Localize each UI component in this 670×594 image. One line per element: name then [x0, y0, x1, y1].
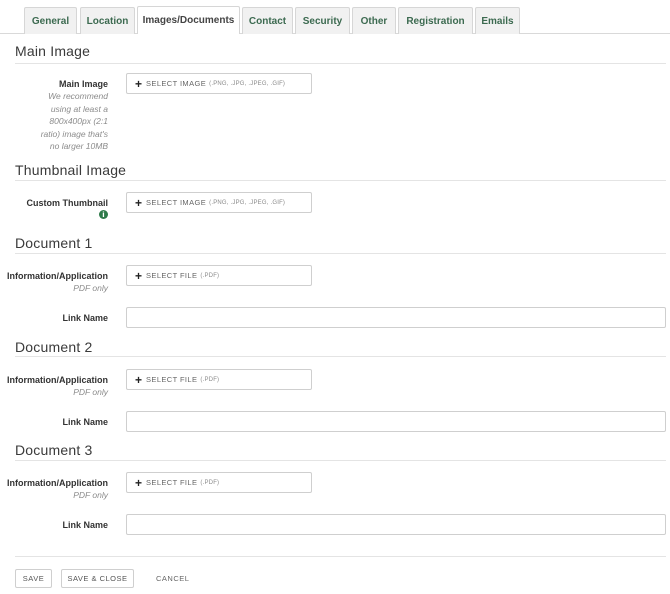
document-3-link-label: Link Name: [62, 520, 108, 530]
document-2-file-hint: PDF only: [73, 387, 108, 397]
document-1-file-label: Information/Application: [7, 271, 108, 281]
main-image-hint-line: ratio) image that's: [40, 128, 108, 139]
footer-divider: [15, 556, 666, 557]
document-2-file-label: Information/Application: [7, 375, 108, 385]
main-image-hint-line: We recommend: [48, 91, 108, 101]
select-document-2-button[interactable]: + SELECT FILE (.PDF): [126, 369, 312, 390]
document-3-file-hint: PDF only: [73, 490, 108, 500]
document-1-link-name-input[interactable]: [126, 307, 666, 328]
tab-general[interactable]: General: [24, 7, 77, 34]
tab-other[interactable]: Other: [352, 7, 396, 34]
section-title-document-2: Document 2: [15, 339, 93, 355]
plus-icon: +: [135, 195, 143, 210]
section-divider: [15, 63, 666, 64]
document-3-file-label: Information/Application: [7, 478, 108, 488]
tab-registration[interactable]: Registration: [398, 7, 473, 34]
image-extensions: (.PNG, .JPG, .JPEG, .GIF): [209, 80, 286, 87]
select-image-text: SELECT IMAGE: [146, 198, 207, 207]
select-image-text: SELECT IMAGE: [146, 79, 207, 88]
section-title-thumbnail: Thumbnail Image: [15, 162, 127, 178]
main-image-hint-line: using at least a: [50, 103, 108, 114]
section-divider: [15, 180, 666, 181]
tab-images-documents[interactable]: Images/Documents: [137, 6, 240, 34]
tab-location[interactable]: Location: [80, 7, 135, 34]
select-document-1-button[interactable]: + SELECT FILE (.PDF): [126, 265, 312, 286]
image-extensions: (.PNG, .JPG, .JPEG, .GIF): [209, 199, 286, 206]
document-2-link-label: Link Name: [62, 417, 108, 427]
info-icon[interactable]: i: [99, 210, 108, 219]
cancel-button[interactable]: CANCEL: [156, 574, 189, 583]
select-document-3-button[interactable]: + SELECT FILE (.PDF): [126, 472, 312, 493]
file-extensions: (.PDF): [200, 272, 220, 279]
document-3-link-name-input[interactable]: [126, 514, 666, 535]
tab-emails[interactable]: Emails: [475, 7, 520, 34]
tab-security[interactable]: Security: [295, 7, 350, 34]
section-divider: [15, 253, 666, 254]
file-extensions: (.PDF): [200, 376, 220, 383]
tab-bar: General Location Images/Documents Contac…: [0, 0, 670, 35]
select-file-text: SELECT FILE: [146, 271, 198, 280]
save-button[interactable]: SAVE: [15, 569, 52, 588]
document-2-link-name-input[interactable]: [126, 411, 666, 432]
main-image-label: Main Image: [58, 79, 108, 89]
main-image-hint-line: no larger 10MB: [49, 141, 108, 151]
section-divider: [15, 460, 666, 461]
section-title-main-image: Main Image: [15, 43, 91, 59]
custom-thumbnail-label: Custom Thumbnail: [26, 198, 109, 208]
main-image-hint: We recommend using at least a 800x400px …: [41, 90, 108, 153]
select-file-text: SELECT FILE: [146, 375, 198, 384]
plus-icon: +: [135, 268, 143, 283]
select-file-text: SELECT FILE: [146, 478, 198, 487]
plus-icon: +: [135, 475, 143, 490]
document-1-link-label: Link Name: [62, 313, 108, 323]
file-extensions: (.PDF): [200, 479, 220, 486]
select-main-image-button[interactable]: + SELECT IMAGE (.PNG, .JPG, .JPEG, .GIF): [126, 73, 312, 94]
document-1-file-hint: PDF only: [73, 283, 108, 293]
tab-contact[interactable]: Contact: [242, 7, 293, 34]
plus-icon: +: [135, 372, 143, 387]
save-and-close-button[interactable]: SAVE & CLOSE: [61, 569, 134, 588]
select-thumbnail-button[interactable]: + SELECT IMAGE (.PNG, .JPG, .JPEG, .GIF): [126, 192, 312, 213]
section-title-document-1: Document 1: [15, 235, 93, 251]
plus-icon: +: [135, 76, 143, 91]
section-divider: [15, 356, 666, 357]
main-image-hint-line: 800x400px (2:1: [49, 116, 108, 126]
section-title-document-3: Document 3: [15, 442, 93, 458]
